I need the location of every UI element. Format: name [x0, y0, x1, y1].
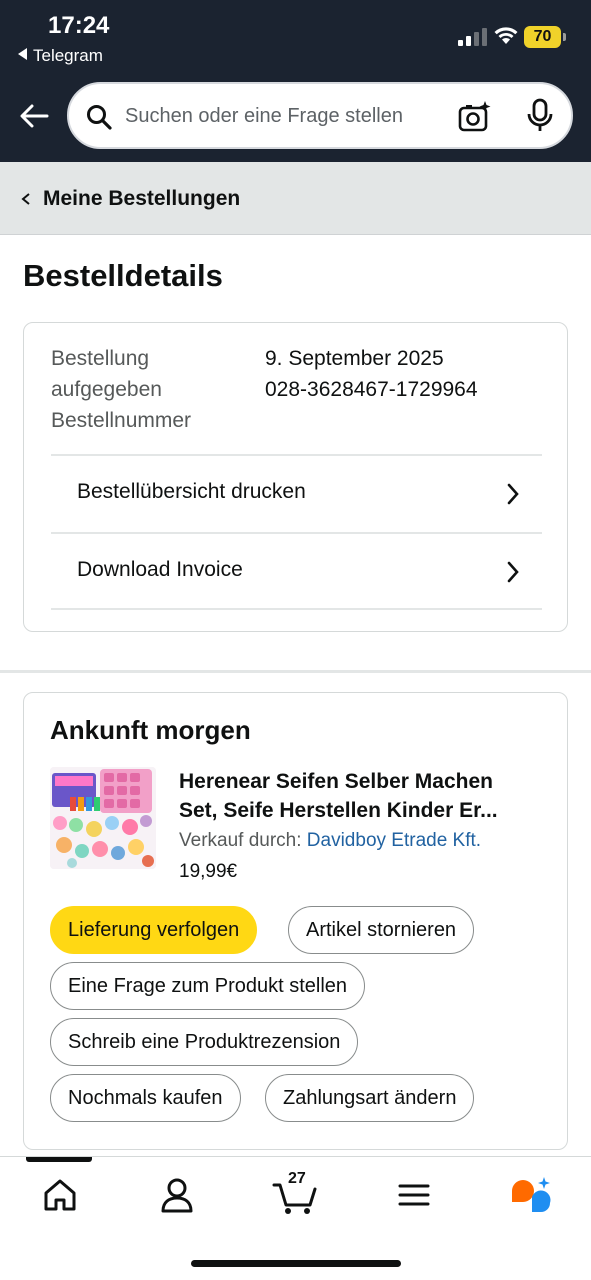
product-title[interactable]: Herenear Seifen Selber Machen Set, Seife…: [179, 767, 539, 825]
chevron-left-icon: [21, 193, 30, 205]
order-placed-label-line2: aufgegeben: [51, 378, 162, 401]
product-image[interactable]: [50, 767, 156, 869]
battery-indicator: 70: [524, 26, 566, 48]
arrival-heading: Ankunft morgen: [50, 715, 251, 745]
buy-again-button[interactable]: Nochmals kaufen: [50, 1074, 241, 1122]
search-bar[interactable]: [67, 82, 573, 149]
chevron-right-icon: [507, 561, 519, 583]
order-number: 028-3628467-1729964: [265, 378, 478, 401]
write-review-button[interactable]: Schreib eine Produktrezension: [50, 1018, 359, 1066]
back-arrow-icon[interactable]: [18, 100, 50, 132]
wifi-icon: [494, 27, 518, 44]
breadcrumb-label[interactable]: Meine Bestellungen: [43, 187, 240, 211]
print-summary-link[interactable]: Bestellübersicht drucken: [51, 454, 542, 532]
order-info-card: Bestellung aufgegeben Bestellnummer 9. S…: [23, 322, 568, 632]
cart-count: 27: [288, 1170, 306, 1187]
product-title-line1: Herenear Seifen Selber Machen: [179, 770, 493, 793]
home-indicator: [191, 1260, 401, 1267]
microphone-icon[interactable]: [525, 98, 555, 134]
product-image-graphic: [50, 767, 156, 869]
rufus-assistant-icon[interactable]: [508, 1175, 552, 1215]
search-input[interactable]: [125, 98, 445, 134]
menu-icon[interactable]: [394, 1175, 434, 1215]
order-labels: Bestellung aufgegeben Bestellnummer: [51, 343, 251, 436]
top-bar: 17:24 Telegram 70: [0, 0, 591, 162]
section-divider: [0, 670, 591, 673]
download-invoice-label: Download Invoice: [77, 558, 243, 581]
home-icon[interactable]: [40, 1175, 80, 1215]
order-date: 9. September 2025: [265, 347, 444, 370]
order-number-label: Bestellnummer: [51, 409, 192, 432]
seller-info: Verkauf durch: Davidboy Etrade Kft.: [179, 830, 481, 852]
status-time: 17:24: [48, 12, 110, 39]
ask-product-question-button[interactable]: Eine Frage zum Produkt stellen: [50, 962, 366, 1010]
order-values: 9. September 2025 028-3628467-1729964: [265, 343, 555, 405]
shipment-card: Ankunft morgen Herenear Seifen Selber Ma…: [23, 692, 568, 1150]
back-triangle-icon: [18, 48, 27, 60]
page-title: Bestelldetails: [23, 258, 223, 293]
download-invoice-link[interactable]: Download Invoice: [51, 532, 542, 610]
active-tab-indicator: [26, 1157, 92, 1162]
back-to-app-link[interactable]: Telegram: [18, 46, 103, 66]
track-package-button[interactable]: Lieferung verfolgen: [50, 906, 258, 954]
product-price: 19,99€: [179, 861, 238, 882]
print-summary-label: Bestellübersicht drucken: [77, 480, 306, 503]
account-icon[interactable]: [157, 1175, 197, 1215]
product-title-line2: Set, Seife Herstellen Kinder Er...: [179, 799, 498, 822]
order-placed-label-line1: Bestellung: [51, 347, 150, 370]
cell-signal-icon: [458, 28, 488, 46]
chevron-right-icon: [507, 483, 519, 505]
seller-prefix: Verkauf durch:: [179, 830, 307, 851]
seller-link[interactable]: Davidboy Etrade Kft.: [307, 830, 481, 851]
camera-lens-icon[interactable]: [457, 100, 491, 134]
search-icon: [87, 105, 112, 130]
change-payment-button[interactable]: Zahlungsart ändern: [265, 1074, 475, 1122]
cancel-item-button[interactable]: Artikel stornieren: [288, 906, 475, 954]
back-app-label: Telegram: [33, 46, 103, 65]
breadcrumb[interactable]: Meine Bestellungen: [0, 162, 591, 235]
